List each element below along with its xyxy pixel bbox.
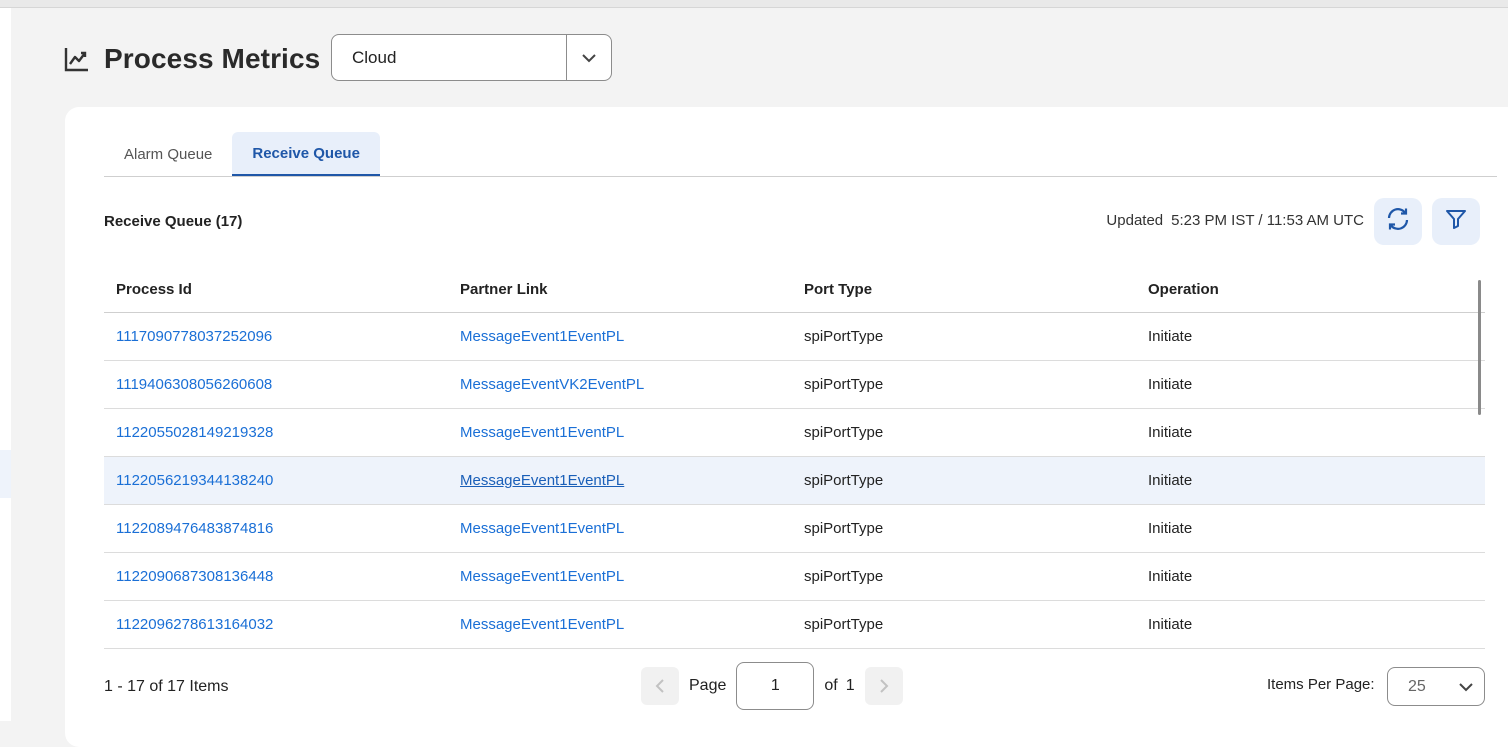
updated-timestamp: Updated 5:23 PM IST / 11:53 AM UTC [1106,212,1364,229]
partner-link[interactable]: MessageEvent1EventPL [448,520,792,537]
table-row[interactable]: 1119406308056260608 MessageEventVK2Event… [104,361,1485,409]
operation-cell: Initiate [1148,520,1193,537]
items-per-page-label: Items Per Page: [1267,676,1375,693]
operation-cell: Initiate [1148,376,1193,393]
port-type-cell: spiPortType [804,328,884,345]
queue-title: Receive Queue (17) [104,213,243,230]
refresh-button[interactable] [1374,198,1422,245]
port-type-cell: spiPortType [804,472,884,489]
table-row[interactable]: 1122055028149219328 MessageEvent1EventPL… [104,409,1485,457]
table-row[interactable]: 1122096278613164032 MessageEvent1EventPL… [104,601,1485,649]
of-label: of [824,677,838,694]
page-header: Process Metrics [64,34,320,84]
left-nav-active-indicator[interactable] [0,450,11,498]
process-id-link[interactable]: 1122089476483874816 [104,520,448,537]
operation-cell: Initiate [1148,424,1193,441]
updated-time: 5:23 PM IST / 11:53 AM UTC [1171,212,1364,229]
items-count: 1 - 17 of 17 Items [104,678,229,695]
partner-link[interactable]: MessageEventVK2EventPL [448,376,792,393]
page-number-input[interactable]: 1 [736,662,815,710]
chevron-left-icon [655,679,664,693]
partner-link[interactable]: MessageEvent1EventPL [448,616,792,633]
tab-receive-queue[interactable]: Receive Queue [232,132,380,176]
partner-link[interactable]: MessageEvent1EventPL [448,472,792,489]
chevron-down-icon [1448,682,1484,692]
next-page-button[interactable] [864,667,903,705]
line-chart-icon [64,46,90,72]
table-row[interactable]: 1122090687308136448 MessageEvent1EventPL… [104,553,1485,601]
process-id-link[interactable]: 1122055028149219328 [104,424,448,441]
port-type-cell: spiPortType [804,568,884,585]
port-type-cell: spiPortType [804,376,884,393]
table-row-hovered[interactable]: 1122056219344138240 MessageEvent1EventPL… [104,457,1485,505]
operation-cell: Initiate [1148,616,1193,633]
port-type-cell: spiPortType [804,424,884,441]
tab-bar: Alarm Queue Receive Queue [104,132,380,176]
process-id-link[interactable]: 1117090778037252096 [104,328,448,345]
top-border [0,0,1508,8]
process-id-link[interactable]: 1122090687308136448 [104,568,448,585]
column-header-process-id[interactable]: Process Id [104,281,448,298]
chevron-right-icon [879,679,889,693]
port-type-cell: spiPortType [804,520,884,537]
table-row[interactable]: 1117090778037252096 MessageEvent1EventPL… [104,313,1485,361]
operation-cell: Initiate [1148,472,1193,489]
previous-page-button[interactable] [641,667,679,705]
chevron-down-icon[interactable] [566,35,611,80]
total-pages: 1 [845,677,855,694]
tab-divider [104,176,1497,177]
filter-button[interactable] [1432,198,1480,245]
table-body[interactable]: 1117090778037252096 MessageEvent1EventPL… [104,313,1485,649]
environment-select-value: Cloud [352,47,397,67]
updated-label: Updated [1106,212,1164,229]
refresh-icon [1385,206,1411,237]
partner-link[interactable]: MessageEvent1EventPL [448,424,792,441]
partner-link[interactable]: MessageEvent1EventPL [448,568,792,585]
pagination: Page 1 of 1 [641,662,903,710]
process-id-link[interactable]: 1119406308056260608 [104,376,448,393]
items-per-page-select[interactable]: 25 [1387,667,1485,706]
port-type-cell: spiPortType [804,616,884,633]
table-header: Process Id Partner Link Port Type Operat… [104,266,1485,313]
page-title: Process Metrics [104,43,321,74]
column-header-port-type[interactable]: Port Type [792,281,1136,298]
column-header-partner-link[interactable]: Partner Link [448,281,792,298]
operation-cell: Initiate [1148,328,1193,345]
process-id-link[interactable]: 1122056219344138240 [104,472,448,489]
partner-link[interactable]: MessageEvent1EventPL [448,328,792,345]
items-per-page-value: 25 [1408,677,1426,695]
column-header-operation[interactable]: Operation [1136,281,1485,298]
operation-cell: Initiate [1148,568,1193,585]
receive-queue-table: Process Id Partner Link Port Type Operat… [104,266,1485,649]
page-label: Page [689,677,727,694]
left-nav-rail [0,8,11,721]
process-id-link[interactable]: 1122096278613164032 [104,616,448,633]
table-scrollbar[interactable] [1478,280,1481,415]
environment-select[interactable]: Cloud [331,34,612,81]
table-row[interactable]: 1122089476483874816 MessageEvent1EventPL… [104,505,1485,553]
filter-icon [1444,207,1468,236]
tab-alarm-queue[interactable]: Alarm Queue [104,132,232,176]
